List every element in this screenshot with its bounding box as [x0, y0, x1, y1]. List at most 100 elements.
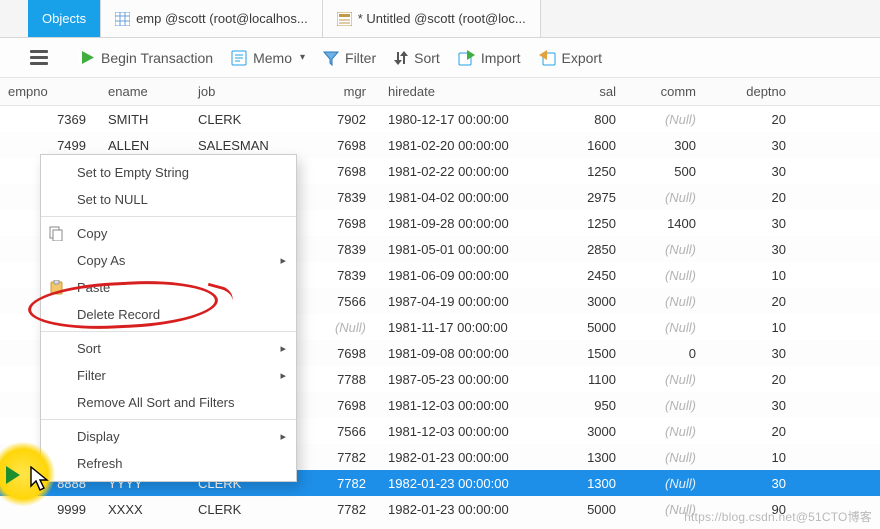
menu-delete-record[interactable]: Delete Record [41, 301, 296, 328]
cell[interactable]: 30 [710, 216, 800, 231]
export-button[interactable]: Export [539, 50, 602, 66]
cell[interactable]: 7698 [290, 138, 380, 153]
cell[interactable]: (Null) [630, 242, 710, 257]
cell[interactable]: 7839 [290, 242, 380, 257]
cell[interactable]: 1981-04-02 00:00:00 [380, 190, 550, 205]
cell[interactable]: SMITH [100, 112, 190, 127]
cell[interactable]: (Null) [630, 320, 710, 335]
cell[interactable]: (Null) [630, 294, 710, 309]
cell[interactable]: 20 [710, 112, 800, 127]
cell[interactable]: 7566 [290, 294, 380, 309]
cell[interactable]: (Null) [630, 450, 710, 465]
cell[interactable]: 1981-11-17 00:00:00 [380, 320, 550, 335]
cell[interactable]: 7902 [290, 112, 380, 127]
cell[interactable]: 20 [710, 294, 800, 309]
menu-copy[interactable]: Copy [41, 220, 296, 247]
cell[interactable]: 1982-01-23 00:00:00 [380, 476, 550, 491]
cell[interactable]: 10 [710, 320, 800, 335]
cell[interactable]: 3000 [550, 294, 630, 309]
cell[interactable]: 30 [710, 242, 800, 257]
cell[interactable]: 2850 [550, 242, 630, 257]
menu-filter[interactable]: Filter [41, 362, 296, 389]
cell[interactable]: 1982-01-23 00:00:00 [380, 502, 550, 517]
cell[interactable]: XXXX [100, 502, 190, 517]
cell[interactable]: 10 [710, 268, 800, 283]
col-ename[interactable]: ename [100, 84, 190, 99]
cell[interactable]: (Null) [630, 424, 710, 439]
cell[interactable]: 1987-04-19 00:00:00 [380, 294, 550, 309]
cell[interactable]: 1100 [550, 372, 630, 387]
cell[interactable]: 500 [630, 164, 710, 179]
cell[interactable]: 2450 [550, 268, 630, 283]
cell[interactable]: 20 [710, 190, 800, 205]
cell[interactable]: 1981-05-01 00:00:00 [380, 242, 550, 257]
menu-icon[interactable] [30, 50, 48, 65]
cell[interactable]: 30 [710, 346, 800, 361]
cell[interactable]: 1250 [550, 164, 630, 179]
cell[interactable]: (Null) [630, 372, 710, 387]
col-mgr[interactable]: mgr [290, 84, 380, 99]
cell[interactable]: 30 [710, 164, 800, 179]
menu-set-empty[interactable]: Set to Empty String [41, 159, 296, 186]
menu-remove-all[interactable]: Remove All Sort and Filters [41, 389, 296, 416]
cell[interactable]: SALESMAN [190, 138, 290, 153]
menu-paste[interactable]: Paste [41, 274, 296, 301]
cell[interactable]: 1981-09-08 00:00:00 [380, 346, 550, 361]
menu-display[interactable]: Display [41, 423, 296, 450]
begin-transaction-button[interactable]: Begin Transaction [78, 49, 213, 66]
cell[interactable]: (Null) [290, 320, 380, 335]
cell[interactable]: 20 [710, 424, 800, 439]
cell[interactable]: 7566 [290, 424, 380, 439]
cell[interactable]: 30 [710, 476, 800, 491]
cell[interactable]: 1987-05-23 00:00:00 [380, 372, 550, 387]
col-comm[interactable]: comm [630, 84, 710, 99]
cell[interactable]: 1300 [550, 476, 630, 491]
col-sal[interactable]: sal [550, 84, 630, 99]
cell[interactable]: 9999 [0, 502, 100, 517]
cell[interactable]: 7698 [290, 346, 380, 361]
cell[interactable]: 7499 [0, 138, 100, 153]
cell[interactable]: 1981-12-03 00:00:00 [380, 398, 550, 413]
cell[interactable]: 7782 [290, 502, 380, 517]
cell[interactable]: 20 [710, 372, 800, 387]
col-job[interactable]: job [190, 84, 290, 99]
tab-emp[interactable]: emp @scott (root@localhos... [101, 0, 323, 37]
cell[interactable]: 5000 [550, 320, 630, 335]
cell[interactable]: 30 [710, 398, 800, 413]
cell[interactable]: (Null) [630, 112, 710, 127]
cell[interactable]: 7698 [290, 164, 380, 179]
col-empno[interactable]: empno [0, 84, 100, 99]
tab-objects[interactable]: Objects [28, 0, 101, 37]
cell[interactable]: 300 [630, 138, 710, 153]
col-deptno[interactable]: deptno [710, 84, 800, 99]
memo-button[interactable]: Memo ▾ [231, 50, 305, 66]
cell[interactable]: 7839 [290, 268, 380, 283]
cell[interactable]: 7782 [290, 450, 380, 465]
cell[interactable]: 950 [550, 398, 630, 413]
cell[interactable]: ALLEN [100, 138, 190, 153]
menu-refresh[interactable]: Refresh [41, 450, 296, 477]
cell[interactable]: 7839 [290, 190, 380, 205]
cell[interactable]: 1980-12-17 00:00:00 [380, 112, 550, 127]
cell[interactable]: 1981-02-20 00:00:00 [380, 138, 550, 153]
cell[interactable]: (Null) [630, 476, 710, 491]
cell[interactable]: 0 [630, 346, 710, 361]
cell[interactable]: 7788 [290, 372, 380, 387]
cell[interactable]: 1982-01-23 00:00:00 [380, 450, 550, 465]
menu-set-null[interactable]: Set to NULL [41, 186, 296, 213]
col-hiredate[interactable]: hiredate [380, 84, 550, 99]
cell[interactable]: (Null) [630, 268, 710, 283]
sort-button[interactable]: Sort [394, 50, 440, 66]
cell[interactable]: CLERK [190, 502, 290, 517]
cell[interactable]: 800 [550, 112, 630, 127]
cell[interactable]: 7782 [290, 476, 380, 491]
cell[interactable]: 7698 [290, 398, 380, 413]
menu-sort[interactable]: Sort [41, 335, 296, 362]
table-row[interactable]: 7369SMITHCLERK79021980-12-17 00:00:00800… [0, 106, 880, 132]
import-button[interactable]: Import [458, 50, 521, 66]
cell[interactable]: 1600 [550, 138, 630, 153]
menu-copy-as[interactable]: Copy As [41, 247, 296, 274]
cell[interactable]: 1400 [630, 216, 710, 231]
cell[interactable]: 1981-02-22 00:00:00 [380, 164, 550, 179]
cell[interactable]: 7369 [0, 112, 100, 127]
